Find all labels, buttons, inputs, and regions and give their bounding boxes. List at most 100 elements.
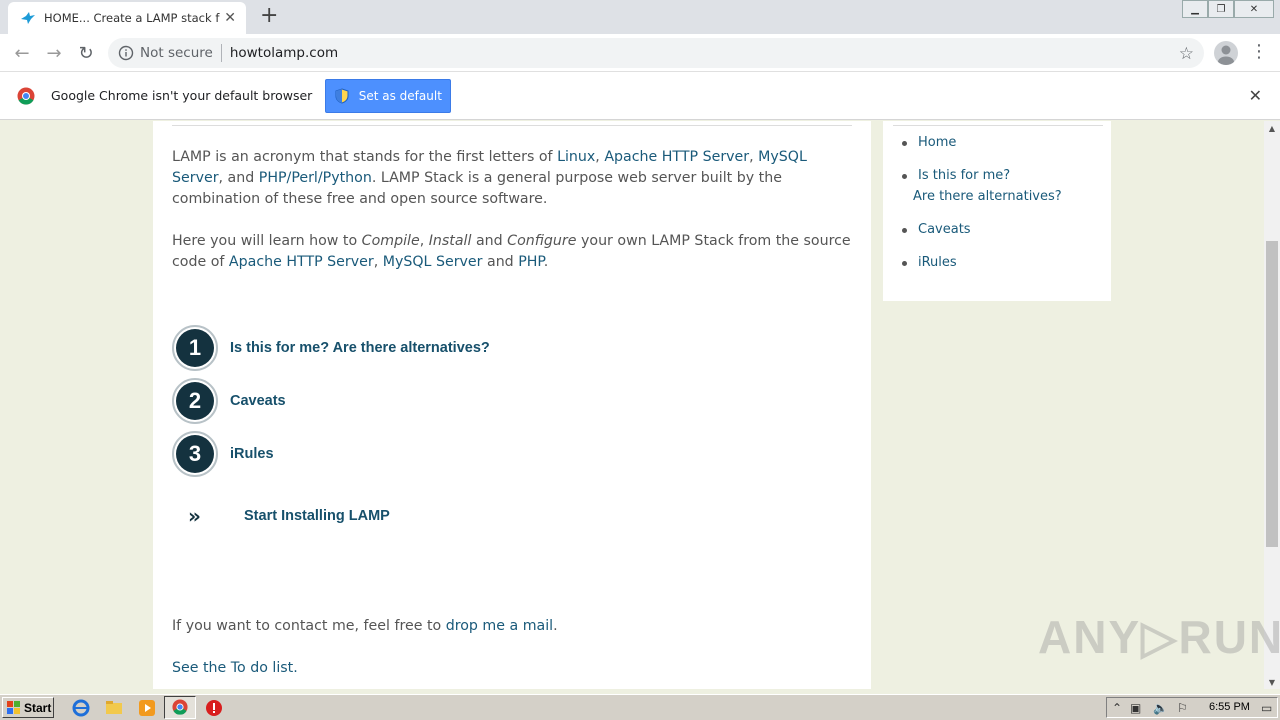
sidebar-item-caveats[interactable]: Caveats xyxy=(918,222,971,237)
start-installing-link[interactable]: Start Installing LAMP xyxy=(244,508,390,524)
tray-expand-icon[interactable]: ⌃ xyxy=(1112,701,1122,715)
file-explorer-icon[interactable] xyxy=(105,699,123,717)
window-close-button[interactable]: ✕ xyxy=(1234,0,1274,18)
restore-button[interactable]: ❐ xyxy=(1208,0,1234,18)
media-player-icon[interactable] xyxy=(138,699,156,717)
minimize-button[interactable]: ▁ xyxy=(1182,0,1208,18)
step-link-irules[interactable]: iRules xyxy=(230,446,274,462)
link-php[interactable]: PHP xyxy=(518,254,544,270)
content-divider xyxy=(172,125,852,126)
scroll-down-arrow-icon[interactable]: ▼ xyxy=(1264,675,1280,689)
learn-comma: , xyxy=(373,254,383,270)
main-content: LAMP is an acronym that stands for the f… xyxy=(153,121,871,689)
todo-paragraph: See the To do list. xyxy=(172,658,858,679)
action-center-flag-icon[interactable]: ⚐ xyxy=(1177,701,1188,715)
set-as-default-label: Set as default xyxy=(358,88,442,103)
page-scrollbar[interactable]: ▲ ▼ xyxy=(1264,121,1280,689)
windows-logo-icon xyxy=(7,701,20,714)
bullet-icon xyxy=(902,174,907,179)
sidebar-divider xyxy=(893,125,1103,126)
step-link-is-this-for-me[interactable]: Is this for me? Are there alternatives? xyxy=(230,340,490,356)
link-apache-2[interactable]: Apache HTTP Server xyxy=(229,254,374,270)
reload-icon[interactable]: ↻ xyxy=(74,41,98,65)
menu-kebab-icon[interactable]: ⋮ xyxy=(1250,42,1268,62)
step-number: 3 xyxy=(176,435,214,473)
windows-taskbar: Start ⌃ ▣ 🔈 ⚐ 6:55 PM ▭ xyxy=(0,694,1280,720)
link-apache[interactable]: Apache HTTP Server xyxy=(604,149,749,165)
learn-and: and xyxy=(471,233,508,249)
browser-toolbar: ← → ↻ Not secure howtolamp.com ☆ ⋮ xyxy=(0,34,1280,72)
bullet-icon xyxy=(902,228,907,233)
learn-and: and xyxy=(482,254,519,270)
anyrun-watermark: ANY▷RUN xyxy=(1038,611,1280,663)
new-tab-button[interactable]: + xyxy=(260,5,278,27)
learn-text: Here you will learn how to xyxy=(172,233,362,249)
bookmark-star-icon[interactable]: ☆ xyxy=(1179,44,1194,64)
internet-explorer-icon[interactable] xyxy=(72,699,90,717)
step-number-badge: 2 xyxy=(172,378,218,424)
tab-strip: HOME... Create a LAMP stack from s ✕ + ▁… xyxy=(0,0,1280,34)
chrome-logo-icon xyxy=(17,87,35,105)
infobar-close-icon[interactable]: ✕ xyxy=(1249,86,1262,105)
scroll-thumb[interactable] xyxy=(1266,241,1278,547)
chrome-taskbar-button[interactable] xyxy=(164,696,196,719)
bullet-icon xyxy=(902,141,907,146)
intro-comma: , xyxy=(595,149,605,165)
step-link-caveats[interactable]: Caveats xyxy=(230,393,286,409)
info-icon[interactable] xyxy=(118,45,134,61)
tab-close-icon[interactable]: ✕ xyxy=(224,10,236,26)
step-number-badge: 3 xyxy=(172,431,218,477)
chrome-icon xyxy=(172,699,188,715)
contact-period: . xyxy=(553,618,558,634)
stop-sign-icon[interactable] xyxy=(205,699,223,717)
step-number: 2 xyxy=(176,382,214,420)
volume-icon[interactable]: 🔈 xyxy=(1153,701,1168,715)
sidebar-item-alternatives[interactable]: Are there alternatives? xyxy=(913,189,1062,204)
forward-arrow-icon[interactable]: → xyxy=(42,41,66,65)
step-2: 2 Caveats xyxy=(172,378,286,424)
default-browser-infobar: Google Chrome isn't your default browser… xyxy=(0,72,1280,120)
start-button[interactable]: Start xyxy=(2,697,54,718)
contact-paragraph: If you want to contact me, feel free to … xyxy=(172,616,858,637)
step-number-badge: 1 xyxy=(172,325,218,371)
learn-period: . xyxy=(543,254,549,270)
link-mysql-2[interactable]: MySQL Server xyxy=(383,254,483,270)
sidebar-item-is-this-for-me[interactable]: Is this for me? xyxy=(918,168,1010,183)
link-linux[interactable]: Linux xyxy=(557,149,595,165)
configure-word: Configure xyxy=(507,233,577,249)
start-installing-row: » Start Installing LAMP xyxy=(188,504,390,528)
tab-active[interactable]: HOME... Create a LAMP stack from s ✕ xyxy=(8,2,246,34)
url-text[interactable]: howtolamp.com xyxy=(230,45,338,61)
compile-word: Compile xyxy=(361,233,420,249)
sidebar-item-home[interactable]: Home xyxy=(918,135,956,150)
step-1: 1 Is this for me? Are there alternatives… xyxy=(172,325,490,371)
drop-me-a-mail-link[interactable]: drop me a mail xyxy=(446,618,553,634)
network-icon[interactable]: ▣ xyxy=(1130,701,1141,715)
profile-avatar-icon[interactable] xyxy=(1214,41,1238,65)
step-number: 1 xyxy=(176,329,214,367)
scroll-up-arrow-icon[interactable]: ▲ xyxy=(1264,121,1280,135)
set-as-default-button[interactable]: Set as default xyxy=(325,78,452,113)
not-secure-label: Not secure xyxy=(140,45,213,61)
taskbar-clock[interactable]: 6:55 PM xyxy=(1209,701,1250,713)
back-arrow-icon[interactable]: ← xyxy=(10,41,34,65)
intro-and: , and xyxy=(218,170,259,186)
sidebar-nav: Home Is this for me? Are there alternati… xyxy=(883,121,1111,301)
step-3: 3 iRules xyxy=(172,431,274,477)
address-bar[interactable]: Not secure howtolamp.com ☆ xyxy=(108,38,1204,68)
omnibox-separator xyxy=(220,44,222,62)
infobar-message: Google Chrome isn't your default browser xyxy=(51,88,313,103)
link-php-perl-python[interactable]: PHP/Perl/Python xyxy=(259,170,372,186)
page-viewport: LAMP is an acronym that stands for the f… xyxy=(0,121,1264,689)
show-desktop-icon[interactable]: ▭ xyxy=(1261,701,1272,715)
contact-text: If you want to contact me, feel free to xyxy=(172,618,446,634)
install-word: Install xyxy=(428,233,472,249)
bullet-icon xyxy=(902,261,907,266)
learn-paragraph: Here you will learn how to Compile, Inst… xyxy=(172,231,858,273)
shield-icon xyxy=(335,87,349,104)
sidebar-item-irules[interactable]: iRules xyxy=(918,255,957,270)
todo-list-link[interactable]: See the To do list. xyxy=(172,660,298,676)
intro-text: LAMP is an acronym that stands for the f… xyxy=(172,149,558,165)
learn-comma: , xyxy=(419,233,429,249)
bird-favicon-icon xyxy=(21,12,35,24)
